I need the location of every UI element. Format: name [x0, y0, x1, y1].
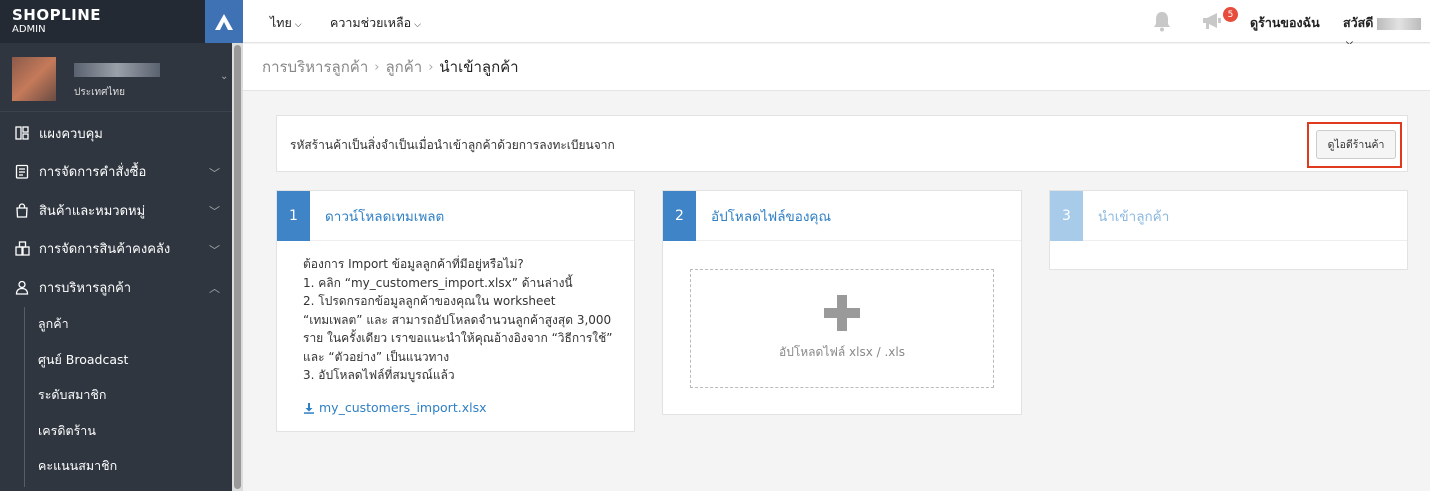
chevron-right-icon: ›: [428, 59, 434, 75]
sidebar-subitem-member-points[interactable]: คะแนนสมาชิก: [0, 449, 232, 485]
shopline-mark-icon: [215, 13, 233, 30]
dashboard-icon: [14, 125, 30, 141]
user-icon: [14, 279, 30, 295]
language-label: ไทย: [270, 15, 292, 30]
step-number: 2: [663, 190, 696, 241]
chevron-down-icon: ﹀: [209, 243, 220, 257]
sidebar-item-orders[interactable]: การจัดการคำสั่งซื้อ ﹀: [0, 153, 232, 192]
dropzone-text: อัปโหลดไฟล์ xlsx / .xls: [779, 345, 905, 359]
sidebar-toggle-button[interactable]: [205, 0, 243, 43]
sidebar-subitem-store-credit[interactable]: เครดิตร้าน: [0, 413, 232, 449]
language-dropdown[interactable]: ไทย ⌵: [270, 13, 302, 33]
download-filename: my_customers_import.xlsx: [319, 400, 487, 415]
step-title: นำเข้าลูกค้า: [1098, 208, 1170, 225]
admin-label: ADMIN: [12, 24, 46, 35]
customers-submenu: ลูกค้า ศูนย์ Broadcast ระดับสมาชิก เครดิ…: [0, 306, 232, 486]
store-id-notice: รหัสร้านค้าเป็นสิ่งจำเป็นเมื่อนำเข้าลูกค…: [276, 115, 1408, 172]
chevron-down-icon: ⌵: [414, 20, 421, 30]
shopline-logo[interactable]: SHOPLINE: [12, 8, 231, 23]
sidebar: SHOPLINE ADMIN ประเทศไทย ⌄ แผงควบคุม การ…: [0, 0, 243, 491]
instruction-line: ราย ในครั้งเดียว เราขอแนะนำให้คุณอ้างอิง…: [303, 331, 613, 345]
clipboard-icon: [14, 164, 30, 180]
breadcrumb-item-customer-management[interactable]: การบริหารลูกค้า: [262, 55, 368, 79]
step-header: 1 ดาวน์โหลดเทมเพลต: [277, 190, 634, 241]
step-header: 2 อัปโหลดไฟล์ของคุณ: [663, 190, 1021, 241]
instruction-line: และ “ตัวอย่าง” เป็นแนวทาง: [303, 349, 450, 364]
step-number: 1: [277, 190, 310, 241]
sidebar-item-products[interactable]: สินค้าและหมวดหมู่ ﹀: [0, 191, 232, 230]
store-profile[interactable]: ประเทศไทย ⌄: [0, 43, 232, 112]
scrollbar-thumb[interactable]: [234, 45, 241, 489]
step-import-customers: 3 นำเข้าลูกค้า: [1049, 190, 1408, 270]
step-title: ดาวน์โหลดเทมเพลต: [325, 208, 445, 225]
import-instructions: ต้องการ Import ข้อมูลลูกค้าที่มีอยู่หรือ…: [303, 255, 623, 385]
username-blurred: [1377, 17, 1422, 30]
download-template-link[interactable]: my_customers_import.xlsx: [303, 400, 486, 415]
store-avatar: [12, 57, 56, 101]
sidebar-item-label: การจัดการสินค้าคงคลัง: [39, 242, 171, 258]
step-header: 3 นำเข้าลูกค้า: [1050, 190, 1407, 241]
breadcrumb-item-customers[interactable]: ลูกค้า: [385, 55, 422, 79]
sidebar-item-inventory[interactable]: การจัดการสินค้าคงคลัง ﹀: [0, 230, 232, 269]
bag-icon: [14, 202, 30, 218]
sidebar-item-dashboard[interactable]: แผงควบคุม: [0, 114, 232, 153]
step-upload-file: 2 อัปโหลดไฟล์ของคุณ อัปโหลดไฟล์ xlsx / .…: [662, 190, 1022, 415]
top-bar: ไทย ⌵ ความช่วยเหลือ ⌵ 5 ดูร้านของฉัน สวัสด…: [243, 0, 1430, 48]
instruction-line: ต้องการ Import ข้อมูลลูกค้าที่มีอยู่หรือ…: [303, 257, 524, 271]
warehouse-icon: [14, 241, 30, 257]
sidebar-scrollbar[interactable]: [232, 43, 243, 491]
store-country: ประเทศไทย: [74, 87, 125, 98]
help-label: ความช่วยเหลือ: [330, 15, 412, 30]
bell-icon[interactable]: [1152, 11, 1172, 36]
greeting-label: สวัสดี: [1343, 15, 1374, 30]
megaphone-icon[interactable]: [1201, 11, 1223, 35]
plus-icon: [824, 295, 860, 331]
chevron-up-icon: ︿: [209, 282, 220, 295]
instruction-line: 3. อัปโหลดไฟล์ที่สมบูรณ์แล้ว: [303, 368, 455, 382]
sidebar-item-label: การจัดการคำสั่งซื้อ: [39, 165, 147, 181]
instruction-line: 1. คลิก “my_customers_import.xlsx” ด้านล…: [303, 275, 573, 290]
chevron-down-icon: ﹀: [209, 166, 220, 180]
view-store-id-button[interactable]: ดูไอดีร้านค้า: [1316, 130, 1396, 159]
file-dropzone[interactable]: อัปโหลดไฟล์ xlsx / .xls: [690, 269, 994, 388]
sidebar-item-label: สินค้าและหมวดหมู่: [39, 203, 146, 219]
help-dropdown[interactable]: ความช่วยเหลือ ⌵: [330, 13, 421, 33]
instruction-line: “เทมเพลต” และ สามารถอัปโหลดจำนวนลูกค้าสู…: [303, 312, 612, 327]
instruction-line: 2. โปรดกรอกข้อมูลลูกค้าของคุณใน workshee…: [303, 294, 556, 308]
sidebar-subitem-customers[interactable]: ลูกค้า: [0, 307, 232, 343]
step-download-template: 1 ดาวน์โหลดเทมเพลต ต้องการ Import ข้อมูล…: [276, 190, 635, 432]
sidebar-item-customers[interactable]: การบริหารลูกค้า ︿: [0, 268, 232, 307]
view-my-store-link[interactable]: ดูร้านของฉัน: [1250, 13, 1320, 33]
chevron-down-icon: ﹀: [209, 205, 220, 218]
sidebar-subitem-broadcast[interactable]: ศูนย์ Broadcast: [0, 342, 232, 378]
sidebar-item-label: การบริหารลูกค้า: [39, 280, 132, 296]
step-number: 3: [1050, 190, 1083, 241]
sidebar-item-label: แผงควบคุม: [39, 126, 103, 142]
chevron-down-icon[interactable]: ⌄: [220, 71, 228, 82]
sidebar-nav: แผงควบคุม การจัดการคำสั่งซื้อ ﹀ สินค้าแล…: [0, 114, 232, 486]
chevron-down-icon: ⌵: [294, 20, 302, 30]
download-icon: [304, 402, 314, 414]
brand-bar: SHOPLINE ADMIN: [0, 0, 243, 43]
store-name-blurred: [74, 63, 160, 77]
step-title: อัปโหลดไฟล์ของคุณ: [711, 208, 831, 225]
chevron-right-icon: ›: [374, 59, 380, 75]
user-menu-dropdown[interactable]: สวัสดี⌵: [1343, 13, 1430, 48]
page-title: นำเข้าลูกค้า: [439, 58, 519, 76]
breadcrumb: การบริหารลูกค้า › ลูกค้า › นำเข้าลูกค้า: [243, 44, 1430, 91]
notification-count-badge: 5: [1223, 7, 1238, 22]
notice-text: รหัสร้านค้าเป็นสิ่งจำเป็นเมื่อนำเข้าลูกค…: [290, 138, 615, 152]
sidebar-subitem-membership-tier[interactable]: ระดับสมาชิก: [0, 378, 232, 414]
